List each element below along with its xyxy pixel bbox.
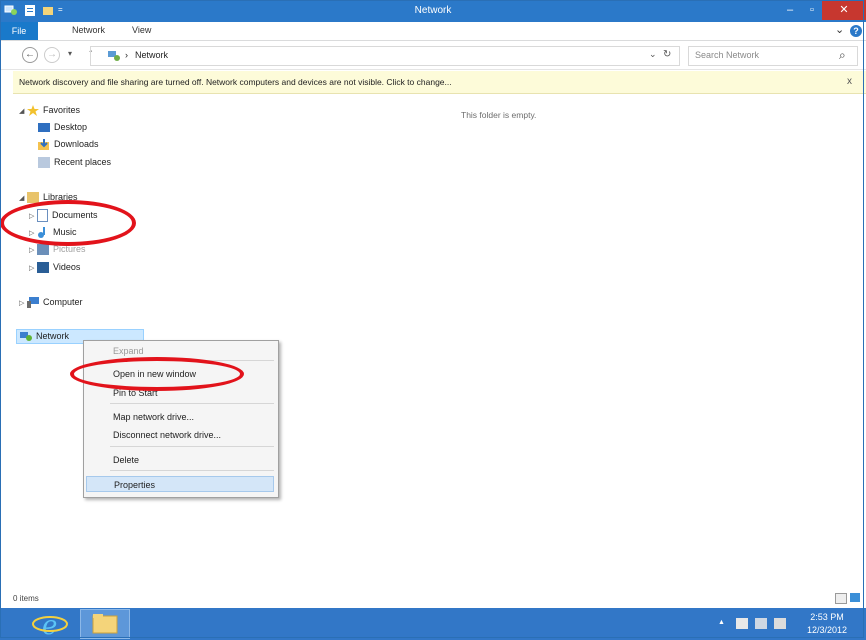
- annotation-circle-libraries: [0, 200, 136, 246]
- status-bar: 0 items: [13, 590, 866, 608]
- title-bar: = Network – ▫ ✕: [0, 0, 866, 22]
- computer-icon: [27, 297, 39, 309]
- address-bar[interactable]: › Network ⌄ ↻: [90, 46, 680, 66]
- nav-item-label: Desktop: [54, 122, 88, 132]
- network-discovery-infobar[interactable]: Network discovery and file sharing are t…: [13, 71, 866, 94]
- collapse-arrow-icon[interactable]: ◢: [19, 194, 27, 202]
- collapse-arrow-icon[interactable]: ◢: [19, 107, 27, 115]
- recent-locations-dropdown[interactable]: ▾: [68, 49, 72, 58]
- nav-item-desktop[interactable]: Desktop: [38, 122, 87, 136]
- nav-favorites[interactable]: ◢ Favorites: [19, 105, 80, 119]
- tab-view[interactable]: View: [132, 25, 151, 35]
- clock-date[interactable]: 12/3/2012: [802, 625, 852, 635]
- svg-text:e: e: [42, 611, 57, 638]
- network-tray-icon[interactable]: [755, 618, 767, 629]
- action-center-icon[interactable]: [736, 618, 748, 629]
- nav-item-label: Videos: [53, 262, 81, 272]
- tab-file[interactable]: File: [0, 22, 38, 40]
- nav-item-label: Recent places: [54, 157, 112, 167]
- expand-arrow-icon[interactable]: ▷: [29, 246, 37, 254]
- search-input[interactable]: Search Network ⌕: [688, 46, 858, 66]
- expand-arrow-icon[interactable]: ▷: [29, 264, 37, 272]
- volume-icon[interactable]: [774, 618, 786, 629]
- tab-network[interactable]: Network: [72, 25, 105, 35]
- nav-item-pictures[interactable]: ▷ Pictures: [29, 244, 86, 258]
- internet-explorer-icon[interactable]: e: [30, 610, 70, 640]
- videos-icon: [37, 262, 49, 274]
- close-button[interactable]: ✕: [822, 0, 866, 20]
- nav-item-videos[interactable]: ▷ Videos: [29, 262, 80, 276]
- window-title: Network: [414, 5, 452, 16]
- network-icon: [20, 331, 32, 342]
- infobar-message[interactable]: Network discovery and file sharing are t…: [19, 77, 452, 87]
- menu-separator: [110, 403, 274, 404]
- refresh-icon[interactable]: ↻: [663, 49, 671, 60]
- menu-item-map-network-drive[interactable]: Map network drive...: [86, 409, 274, 425]
- desktop-icon: [38, 123, 50, 133]
- taskbar: e ▲ 2:53 PM 12/3/2012: [0, 608, 866, 640]
- breadcrumb-separator: ›: [125, 50, 128, 60]
- nav-network-label: Network: [36, 331, 70, 341]
- pictures-icon: [37, 244, 49, 256]
- large-icons-view-icon[interactable]: [850, 593, 860, 602]
- nav-computer-label: Computer: [43, 297, 83, 307]
- search-placeholder: Search Network: [695, 50, 760, 60]
- ribbon-expand-icon[interactable]: ⌄: [835, 23, 844, 36]
- maximize-button[interactable]: ▫: [802, 0, 822, 20]
- nav-favorites-label: Favorites: [43, 105, 81, 115]
- details-view-icon[interactable]: [835, 593, 847, 604]
- address-dropdown-icon[interactable]: ⌄: [649, 49, 657, 60]
- menu-separator: [110, 470, 274, 471]
- downloads-icon: [38, 139, 50, 151]
- tray-expand-icon[interactable]: ▲: [718, 619, 725, 626]
- empty-folder-message: This folder is empty.: [461, 110, 537, 120]
- search-icon[interactable]: ⌕: [839, 48, 846, 63]
- forward-button[interactable]: →: [44, 47, 60, 63]
- menu-item-properties[interactable]: Properties: [86, 476, 274, 492]
- breadcrumb-network[interactable]: Network: [135, 50, 168, 60]
- menu-item-delete[interactable]: Delete: [86, 452, 274, 468]
- minimize-button[interactable]: –: [778, 0, 802, 20]
- help-icon[interactable]: ?: [850, 25, 862, 37]
- menu-item-expand[interactable]: Expand: [86, 343, 274, 359]
- back-button[interactable]: ←: [22, 47, 38, 63]
- nav-item-recent-places[interactable]: Recent places: [38, 157, 111, 171]
- menu-item-disconnect-network-drive[interactable]: Disconnect network drive...: [86, 427, 274, 443]
- nav-item-label: Downloads: [54, 139, 99, 149]
- infobar-close-icon[interactable]: x: [847, 76, 852, 87]
- ribbon-tabs: File Network View ⌄ ?: [0, 22, 866, 41]
- file-explorer-taskbar-button[interactable]: [80, 609, 130, 639]
- nav-item-downloads[interactable]: Downloads: [38, 139, 99, 153]
- clock-time[interactable]: 2:53 PM: [802, 612, 852, 622]
- nav-computer[interactable]: ▷ Computer: [19, 297, 83, 311]
- folder-icon: [92, 614, 118, 634]
- address-row: ← → ▾ ↑ › Network ⌄ ↻ Search Network ⌕: [0, 41, 866, 70]
- star-icon: [27, 105, 39, 117]
- recent-places-icon: [38, 157, 50, 169]
- menu-separator: [110, 446, 274, 447]
- items-count: 0 items: [13, 594, 39, 603]
- network-location-icon: [107, 50, 121, 64]
- expand-arrow-icon[interactable]: ▷: [19, 299, 27, 307]
- annotation-circle-open-in-new-window: [70, 357, 244, 391]
